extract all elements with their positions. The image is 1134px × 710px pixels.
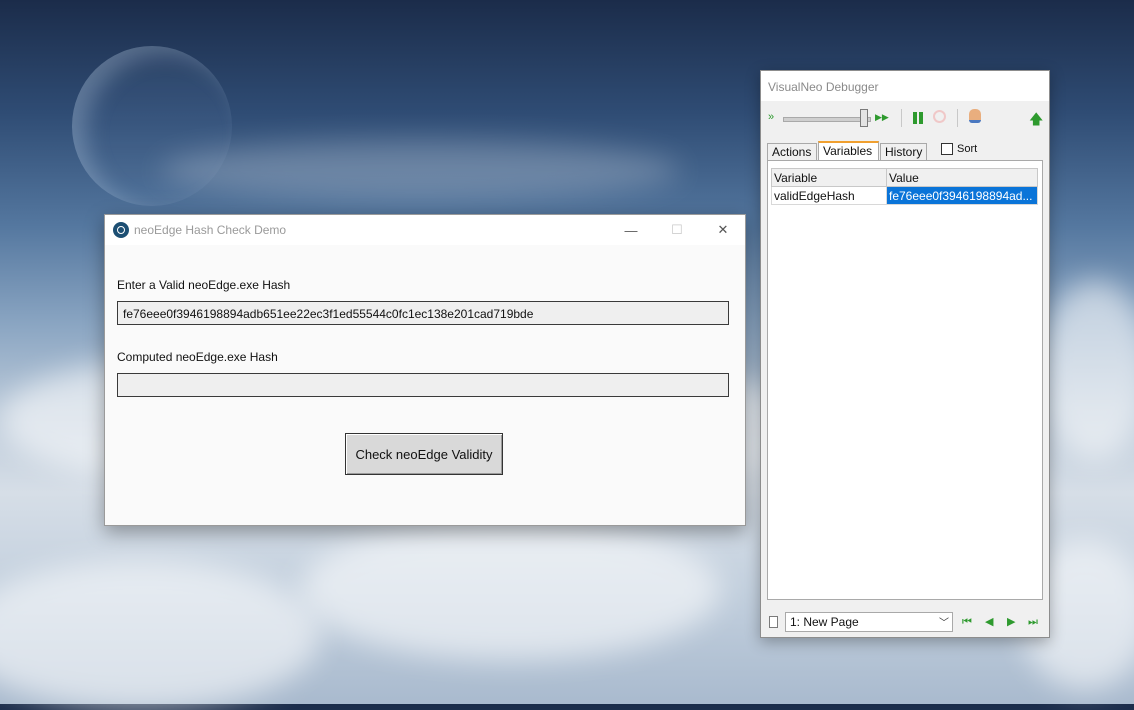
tab-variables[interactable]: Variables — [818, 141, 879, 161]
debugger-footer: 1: New Page ﹀ ⏮ ◀ ▶ ⏭ — [761, 607, 1049, 635]
variables-panel: Variable Value validEdgeHash fe76eee0f39… — [767, 160, 1043, 600]
toolbar-separator — [957, 109, 958, 127]
chevron-down-icon: ﹀ — [939, 618, 949, 629]
cloud — [0, 560, 320, 710]
tab-history[interactable]: History — [880, 143, 927, 160]
first-page-icon[interactable]: ⏮ — [962, 616, 972, 628]
close-button[interactable]: ✕ — [700, 215, 746, 245]
hash-check-window: neoEdge Hash Check Demo — ☐ ✕ Enter a Va… — [104, 214, 746, 526]
speed-slider-thumb[interactable] — [860, 109, 868, 127]
page-icon — [769, 616, 778, 628]
stop-icon[interactable] — [933, 110, 946, 123]
up-arrow-icon[interactable]: 🡅 — [1029, 109, 1043, 133]
valid-hash-input[interactable]: fe76eee0f3946198894adb651ee22ec3f1ed5554… — [117, 301, 729, 325]
maximize-button[interactable]: ☐ — [654, 215, 700, 245]
hand-icon[interactable] — [969, 109, 981, 123]
toolbar-separator — [901, 109, 902, 127]
column-header-value[interactable]: Value — [886, 168, 1038, 187]
page-select-value: 1: New Page — [790, 615, 859, 629]
window-title: neoEdge Hash Check Demo — [134, 223, 287, 237]
debugger-window: VisualNeo Debugger » ▶▶ 🡅 Actions Variab… — [760, 70, 1050, 638]
title-bar[interactable]: neoEdge Hash Check Demo — ☐ ✕ — [105, 215, 745, 245]
tab-actions[interactable]: Actions — [767, 143, 817, 160]
computed-hash-label: Computed neoEdge.exe Hash — [117, 350, 278, 364]
cloud — [1040, 280, 1134, 460]
prev-page-icon[interactable]: ◀ — [985, 616, 993, 628]
cloud — [300, 520, 720, 660]
cloud — [160, 140, 680, 200]
speed-slider-track[interactable] — [783, 117, 871, 122]
debugger-toolbar: » ▶▶ 🡅 — [761, 103, 1049, 131]
next-page-icon[interactable]: ▶ — [1007, 616, 1015, 628]
step-slow-icon[interactable]: » — [768, 107, 774, 127]
sort-checkbox[interactable] — [941, 143, 953, 155]
step-fast-icon[interactable]: ▶▶ — [875, 107, 889, 127]
minimize-button[interactable]: — — [608, 215, 654, 245]
check-validity-button[interactable]: Check neoEdge Validity — [345, 433, 503, 475]
page-select[interactable]: 1: New Page ﹀ — [785, 612, 953, 632]
app-icon — [113, 222, 129, 238]
debugger-title: VisualNeo Debugger — [768, 80, 879, 94]
variables-table: Variable Value validEdgeHash fe76eee0f39… — [771, 168, 1038, 205]
column-header-variable[interactable]: Variable — [771, 168, 887, 187]
debugger-title-bar[interactable]: VisualNeo Debugger — [761, 71, 1049, 101]
variable-value-cell[interactable]: fe76eee0f3946198894ad... — [886, 186, 1038, 205]
pause-icon[interactable] — [913, 112, 923, 124]
computed-hash-input[interactable] — [117, 373, 729, 397]
sort-label: Sort — [957, 143, 978, 155]
last-page-icon[interactable]: ⏭ — [1028, 616, 1038, 628]
variable-name-cell[interactable]: validEdgeHash — [771, 186, 887, 205]
valid-hash-label: Enter a Valid neoEdge.exe Hash — [117, 278, 291, 292]
table-row[interactable]: validEdgeHash fe76eee0f3946198894ad... — [771, 186, 1038, 205]
